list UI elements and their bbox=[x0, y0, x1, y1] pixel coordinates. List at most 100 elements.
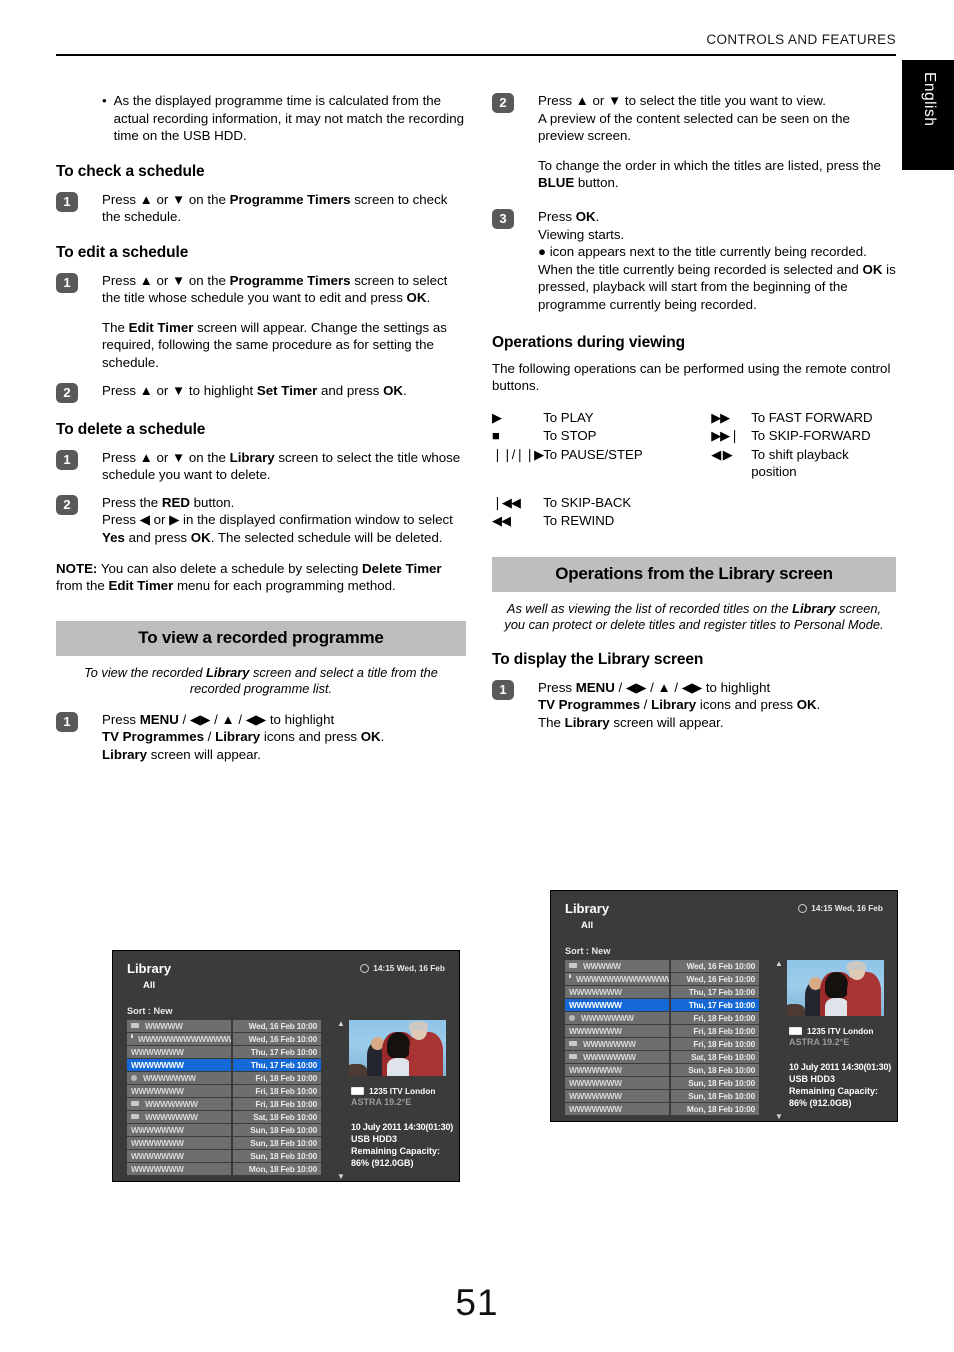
table-row[interactable]: WWWWWWW Thu, 17 Feb 10:00 bbox=[565, 986, 773, 998]
step-view-1: 1 Press MENU / ◀▶ / ▲ / ◀▶ to highlight T… bbox=[56, 711, 466, 764]
preview-figure bbox=[825, 972, 848, 998]
banner-subtitle: As well as viewing the list of recorded … bbox=[504, 600, 884, 633]
scroll-down-arrow[interactable]: ▼ bbox=[337, 1172, 345, 1181]
library-row-date: Sun, 18 Feb 10:00 bbox=[671, 1077, 759, 1089]
library-row-date: Sun, 18 Feb 10:00 bbox=[671, 1064, 759, 1076]
library-row-title-text: WWWWWWW bbox=[131, 1059, 184, 1070]
library-row-title-text: WWWWWWW bbox=[131, 1163, 184, 1174]
library-row-date: Wed, 16 Feb 10:00 bbox=[671, 960, 759, 972]
library-row-date: Mon, 18 Feb 10:00 bbox=[233, 1163, 321, 1175]
step-view-2-note: To change the order in which the titles … bbox=[538, 157, 881, 191]
library-row-title-text: WWWWWWW bbox=[131, 1137, 184, 1148]
step-delete-2: 2 Press the RED button. Press ◀ or ▶ in t… bbox=[56, 494, 466, 547]
table-row[interactable]: WWWWWWW Sun, 18 Feb 10:00 bbox=[565, 1077, 773, 1089]
library-detail-capacity-value: 86% (912.0GB) bbox=[351, 1158, 414, 1168]
library-row-title: WWWWWWW bbox=[565, 1012, 669, 1024]
library-row-date: Thu, 17 Feb 10:00 bbox=[671, 999, 759, 1011]
header-rule bbox=[56, 54, 896, 56]
playback-action-label: To SKIP-BACK bbox=[543, 494, 632, 510]
table-row[interactable]: WWWWW Wed, 16 Feb 10:00 bbox=[565, 960, 773, 972]
library-sort-label: Sort : New bbox=[127, 1006, 173, 1016]
library-row-title: WWWWW bbox=[127, 1020, 231, 1032]
library-row-date: Fri, 18 Feb 10:00 bbox=[233, 1085, 321, 1097]
scroll-up-arrow[interactable]: ▲ bbox=[775, 959, 783, 968]
library-row-title-text: WWWWWWW bbox=[569, 986, 622, 997]
table-row[interactable]: WWWWWWW Thu, 17 Feb 10:00 bbox=[127, 1046, 335, 1058]
playback-action-label bbox=[751, 512, 896, 531]
library-row-date: Thu, 17 Feb 10:00 bbox=[233, 1059, 321, 1071]
library-row-date: Wed, 16 Feb 10:00 bbox=[233, 1020, 321, 1032]
library-row-title-text: WWWWWWWWWWWWW bbox=[576, 973, 669, 984]
library-row-title: WWWWWWW bbox=[565, 1051, 669, 1063]
table-row[interactable]: WWWWWWW Fri, 18 Feb 10:00 bbox=[127, 1072, 335, 1084]
table-row[interactable]: WWWWWWW Sat, 18 Feb 10:00 bbox=[127, 1111, 335, 1123]
playback-action-label: To STOP bbox=[543, 428, 597, 444]
library-detail-channel: 1235 ITV London bbox=[807, 1026, 874, 1036]
library-row-title-text: WWWWW bbox=[583, 960, 621, 971]
table-row[interactable]: WWWWWWW Fri, 18 Feb 10:00 bbox=[565, 1012, 773, 1024]
running-head: CONTROLS AND FEATURES bbox=[706, 32, 896, 47]
table-row[interactable]: WWWWWWW Fri, 18 Feb 10:00 bbox=[565, 1025, 773, 1037]
library-detail-channel: 1235 ITV London bbox=[369, 1086, 436, 1096]
operations-row: ❘❘/❘❘▶ To PAUSE/STEP ◀ ▶ To shift playback … bbox=[492, 446, 896, 482]
table-row[interactable]: WWWWWWW Sun, 18 Feb 10:00 bbox=[127, 1137, 335, 1149]
tape-icon bbox=[131, 1023, 139, 1029]
operations-row: ■ To STOP ▶▶❘ To SKIP-FORWARD bbox=[492, 427, 896, 446]
library-row-title: WWWWWWW bbox=[565, 1103, 669, 1115]
library-row-title: WWWWWWW bbox=[565, 1064, 669, 1076]
operations-row-gap bbox=[492, 482, 896, 494]
table-row[interactable]: WWWWWWW Mon, 18 Feb 10:00 bbox=[127, 1163, 335, 1175]
table-row[interactable]: WWWWWWW Thu, 17 Feb 10:00 bbox=[565, 999, 773, 1011]
step-check-1: 1 Press ▲ or ▼ on the Programme Timers s… bbox=[56, 191, 466, 226]
playback-action-label bbox=[751, 494, 896, 513]
library-clock-label: 14:15 Wed, 16 Feb bbox=[811, 903, 883, 913]
library-row-date: Sun, 18 Feb 10:00 bbox=[233, 1137, 321, 1149]
library-row-title-text: WWWWWWW bbox=[581, 1012, 634, 1023]
library-row-date: Fri, 18 Feb 10:00 bbox=[671, 1025, 759, 1037]
step-badge: 1 bbox=[56, 272, 78, 293]
library-row-date: Fri, 18 Feb 10:00 bbox=[233, 1072, 321, 1084]
table-row[interactable]: WWWWWWW Mon, 18 Feb 10:00 bbox=[565, 1103, 773, 1115]
operations-row: ▶ To PLAY ▶▶ To FAST FORWARD bbox=[492, 409, 896, 428]
library-row-title-text: WWWWWWW bbox=[145, 1098, 198, 1109]
library-clock: 14:15 Wed, 16 Feb bbox=[360, 963, 445, 973]
library-row-title: WWWWWWW bbox=[127, 1098, 231, 1110]
preview-figure bbox=[825, 998, 849, 1016]
table-row[interactable]: WWWWWWW Sun, 18 Feb 10:00 bbox=[565, 1090, 773, 1102]
step-badge: 2 bbox=[56, 494, 78, 515]
preview-figure bbox=[387, 1032, 410, 1058]
table-row[interactable]: WWWWWWWWWWWWW Wed, 16 Feb 10:00 bbox=[565, 973, 773, 985]
library-filter-all: All bbox=[143, 980, 156, 991]
step-badge: 1 bbox=[492, 679, 514, 700]
table-row[interactable]: WWWWWWW Fri, 18 Feb 10:00 bbox=[565, 1038, 773, 1050]
table-row[interactable]: WWWWWWW Sun, 18 Feb 10:00 bbox=[127, 1124, 335, 1136]
step-text: Press ▲ or ▼ on the Programme Timers scr… bbox=[102, 272, 448, 306]
scroll-down-arrow[interactable]: ▼ bbox=[775, 1112, 783, 1121]
library-row-list: WWWWW Wed, 16 Feb 10:00 WWWWWWWWWWWWW Wed, … bbox=[565, 960, 773, 1116]
table-row[interactable]: WWWWW Wed, 16 Feb 10:00 bbox=[127, 1020, 335, 1032]
table-row[interactable]: WWWWWWW Thu, 17 Feb 10:00 bbox=[127, 1059, 335, 1071]
playback-action-label: To SKIP-FORWARD bbox=[751, 428, 871, 444]
table-row[interactable]: WWWWWWW Sun, 18 Feb 10:00 bbox=[127, 1150, 335, 1162]
step-edit-2: 2 Press ▲ or ▼ to highlight Set Timer an… bbox=[56, 382, 466, 403]
playback-action-label: To REWIND bbox=[543, 513, 615, 529]
heading-to-check-a-schedule: To check a schedule bbox=[56, 162, 205, 180]
library-detail-satellite: ASTRA 19.2°E bbox=[789, 1037, 850, 1047]
scroll-up-arrow[interactable]: ▲ bbox=[337, 1019, 345, 1028]
library-screen-title: Library bbox=[565, 901, 610, 916]
table-row[interactable]: WWWWWWW Sat, 18 Feb 10:00 bbox=[565, 1051, 773, 1063]
preview-figure bbox=[409, 1021, 428, 1030]
preview-figure bbox=[387, 1058, 411, 1076]
library-detail-device: USB HDD3 bbox=[351, 1134, 398, 1144]
playback-action-label: To PAUSE/STEP bbox=[543, 446, 643, 462]
library-row-title: WWWWWWW bbox=[127, 1124, 231, 1136]
library-row-title: WWWWWWW bbox=[127, 1137, 231, 1149]
tape-icon bbox=[569, 1041, 577, 1047]
table-row[interactable]: WWWWWWW Sun, 18 Feb 10:00 bbox=[565, 1064, 773, 1076]
library-row-date: Thu, 17 Feb 10:00 bbox=[233, 1046, 321, 1058]
table-row[interactable]: WWWWWWWWWWWWW Wed, 16 Feb 10:00 bbox=[127, 1033, 335, 1045]
table-row[interactable]: WWWWWWW Fri, 18 Feb 10:00 bbox=[127, 1085, 335, 1097]
table-row[interactable]: WWWWWWW Fri, 18 Feb 10:00 bbox=[127, 1098, 335, 1110]
library-row-date: Wed, 16 Feb 10:00 bbox=[671, 973, 759, 985]
banner-subtitle: To view the recorded Library screen and … bbox=[84, 664, 438, 697]
